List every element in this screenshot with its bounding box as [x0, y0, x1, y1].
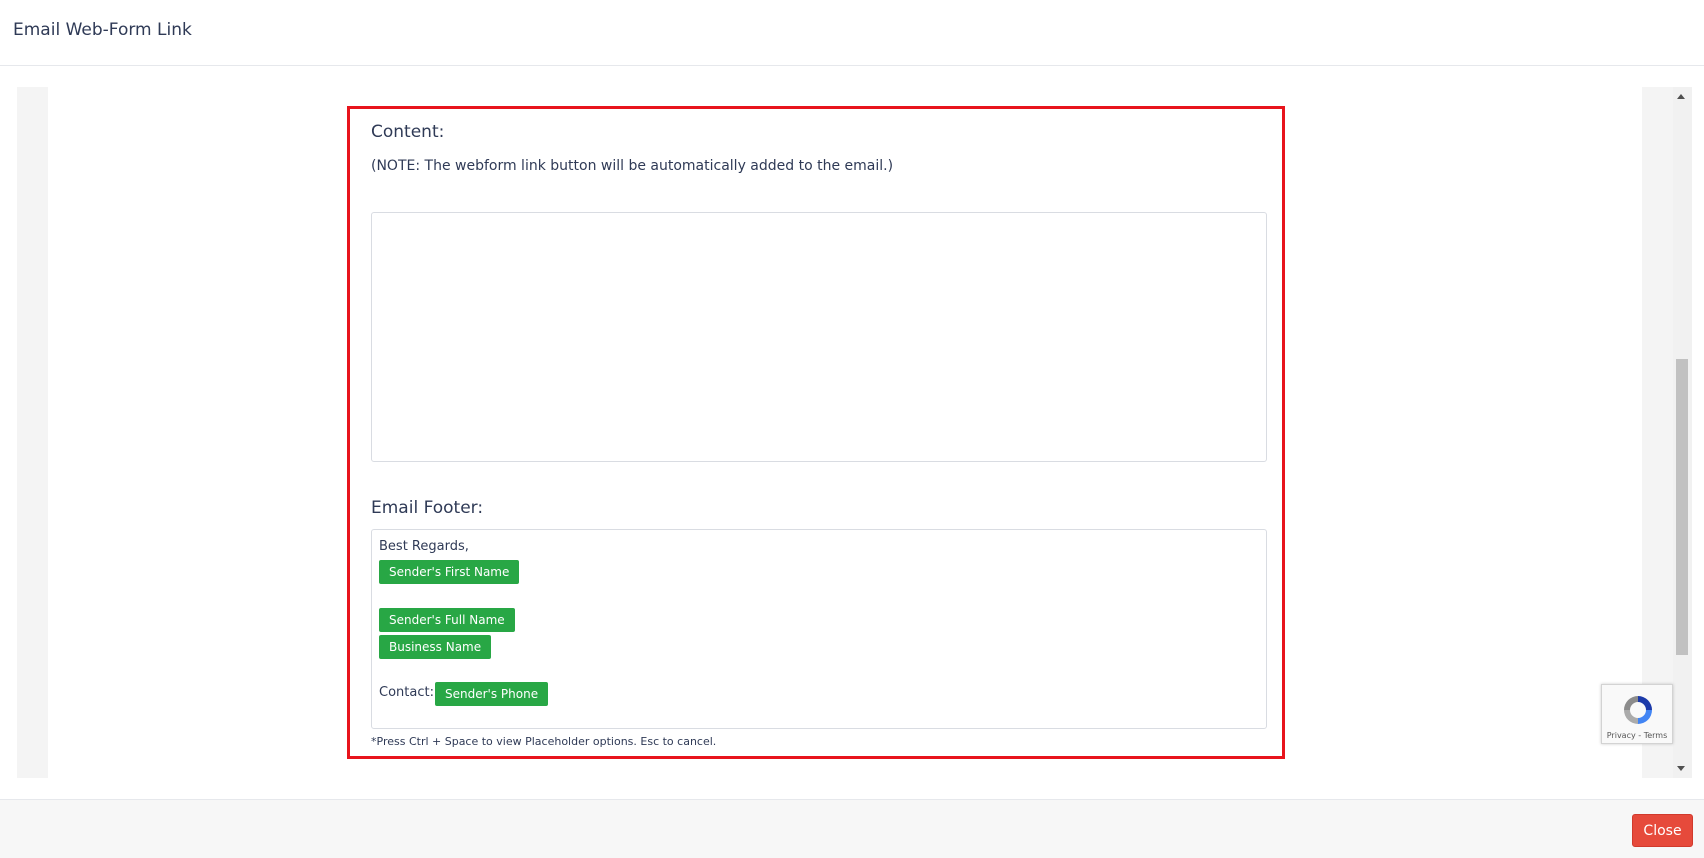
scroll-up-arrow-icon[interactable]	[1677, 94, 1685, 99]
modal-footer	[0, 799, 1704, 858]
scroll-down-arrow-icon[interactable]	[1677, 766, 1685, 771]
vertical-scrollbar[interactable]	[1673, 87, 1692, 778]
email-footer-editor[interactable]: Best Regards, Sender's First Name Sender…	[371, 529, 1267, 729]
placeholder-hint: *Press Ctrl + Space to view Placeholder …	[371, 735, 717, 748]
modal-title: Email Web-Form Link	[13, 20, 192, 40]
close-button[interactable]: Close	[1632, 814, 1693, 847]
content-label: Content:	[371, 122, 445, 142]
content-note: (NOTE: The webform link button will be a…	[371, 158, 894, 174]
placeholder-chip-sender-phone[interactable]: Sender's Phone	[435, 682, 549, 706]
placeholder-chip-sender-full-name[interactable]: Sender's Full Name	[379, 608, 515, 632]
footer-contact-label: Contact:	[379, 685, 434, 700]
content-editor[interactable]	[371, 212, 1267, 462]
email-footer-label: Email Footer:	[371, 498, 484, 518]
recaptcha-badge[interactable]: Privacy - Terms	[1601, 684, 1673, 744]
right-gutter	[1642, 87, 1673, 778]
recaptcha-icon	[1624, 696, 1652, 724]
modal-header: Email Web-Form Link	[0, 0, 1704, 66]
scrollbar-thumb[interactable]	[1676, 359, 1688, 655]
placeholder-chip-business-name[interactable]: Business Name	[379, 635, 492, 659]
placeholder-chip-sender-first-name[interactable]: Sender's First Name	[379, 560, 520, 584]
footer-greeting: Best Regards,	[379, 539, 469, 554]
recaptcha-privacy-terms-links[interactable]: Privacy - Terms	[1602, 731, 1672, 740]
left-gutter	[17, 87, 48, 778]
